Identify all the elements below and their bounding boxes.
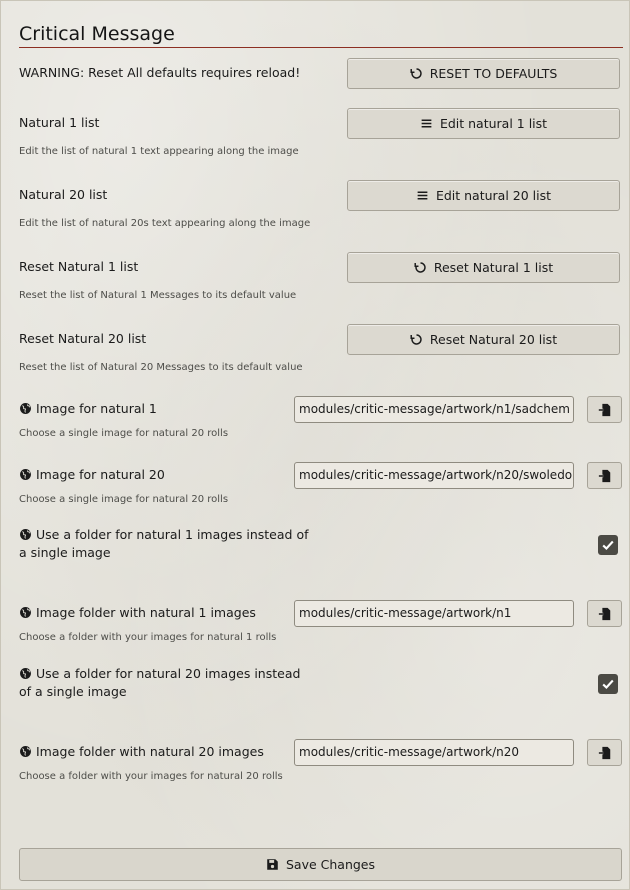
image-folder-natural-20-hint: Choose a folder with your images for nat… bbox=[19, 771, 283, 782]
image-natural-20-file-picker-button[interactable] bbox=[587, 462, 622, 489]
list-icon bbox=[421, 119, 432, 128]
save-changes-label: Save Changes bbox=[285, 857, 376, 872]
use-folder-natural-20-text-1: Use a folder for natural 20 images inste… bbox=[36, 666, 301, 681]
title-divider bbox=[19, 47, 623, 48]
image-folder-natural-1-label: Image folder with natural 1 images bbox=[19, 604, 256, 622]
file-import-icon bbox=[598, 607, 610, 620]
edit-natural-1-list-button[interactable]: Edit natural 1 list bbox=[347, 108, 620, 139]
save-changes-button[interactable]: Save Changes bbox=[19, 848, 622, 881]
reset-natural-1-list-button[interactable]: Reset Natural 1 list bbox=[347, 252, 620, 283]
image-folder-natural-20-file-picker-button[interactable] bbox=[587, 739, 622, 766]
checkmark-icon bbox=[602, 679, 614, 689]
file-import-icon bbox=[598, 469, 610, 482]
globe-icon bbox=[20, 607, 31, 618]
image-natural-20-hint: Choose a single image for natural 20 rol… bbox=[19, 494, 229, 505]
image-natural-1-hint: Choose a single image for natural 20 rol… bbox=[19, 428, 229, 439]
image-folder-natural-1-input[interactable]: modules/critic-message/artwork/n1 bbox=[294, 600, 574, 627]
undo-icon bbox=[410, 334, 422, 345]
reset-natural-1-hint: Reset the list of Natural 1 Messages to … bbox=[19, 290, 297, 301]
natural-20-list-hint: Edit the list of natural 20s text appear… bbox=[19, 218, 311, 229]
checkmark-icon bbox=[602, 540, 614, 550]
reset-natural-1-label: Reset Natural 1 list bbox=[19, 259, 139, 274]
edit-natural-1-list-label: Edit natural 1 list bbox=[439, 116, 548, 131]
use-folder-natural-1-text-1: Use a folder for natural 1 images instea… bbox=[36, 527, 309, 542]
image-natural-1-label: Image for natural 1 bbox=[19, 400, 157, 418]
use-folder-natural-1-label: Use a folder for natural 1 images instea… bbox=[19, 526, 309, 562]
image-natural-20-text: Image for natural 20 bbox=[36, 467, 165, 482]
globe-icon bbox=[20, 746, 31, 757]
globe-icon bbox=[20, 403, 31, 414]
undo-icon bbox=[414, 262, 426, 273]
file-import-icon bbox=[598, 403, 610, 416]
edit-natural-20-list-button[interactable]: Edit natural 20 list bbox=[347, 180, 620, 211]
image-natural-1-file-picker-button[interactable] bbox=[587, 396, 622, 423]
list-icon bbox=[417, 191, 428, 200]
image-folder-natural-1-text: Image folder with natural 1 images bbox=[36, 605, 256, 620]
image-folder-natural-20-text: Image folder with natural 20 images bbox=[36, 744, 264, 759]
image-folder-natural-20-input[interactable]: modules/critic-message/artwork/n20 bbox=[294, 739, 574, 766]
edit-natural-20-list-label: Edit natural 20 list bbox=[435, 188, 552, 203]
globe-icon bbox=[20, 529, 31, 540]
image-natural-20-label: Image for natural 20 bbox=[19, 466, 165, 484]
undo-icon bbox=[410, 68, 422, 79]
reset-natural-20-list-button[interactable]: Reset Natural 20 list bbox=[347, 324, 620, 355]
use-folder-natural-1-checkbox[interactable] bbox=[598, 535, 618, 555]
file-import-icon bbox=[598, 746, 610, 759]
natural-1-list-hint: Edit the list of natural 1 text appearin… bbox=[19, 146, 299, 157]
settings-panel: Critical Message WARNING: Reset All defa… bbox=[0, 0, 630, 890]
section-title: Critical Message bbox=[19, 23, 175, 45]
use-folder-natural-20-checkbox[interactable] bbox=[598, 674, 618, 694]
globe-icon bbox=[20, 668, 31, 679]
save-icon bbox=[267, 859, 278, 870]
reset-to-defaults-button[interactable]: RESET TO DEFAULTS bbox=[347, 58, 620, 89]
image-folder-natural-1-file-picker-button[interactable] bbox=[587, 600, 622, 627]
reset-to-defaults-label: RESET TO DEFAULTS bbox=[429, 66, 558, 81]
reset-natural-20-label: Reset Natural 20 list bbox=[19, 331, 147, 346]
reset-natural-20-list-text: Reset Natural 20 list bbox=[429, 332, 558, 347]
use-folder-natural-20-text-2: of a single image bbox=[19, 684, 127, 699]
reset-warning-label: WARNING: Reset All defaults requires rel… bbox=[19, 65, 301, 80]
globe-icon bbox=[20, 469, 31, 480]
use-folder-natural-1-text-2: a single image bbox=[19, 545, 111, 560]
reset-natural-1-list-text: Reset Natural 1 list bbox=[433, 260, 554, 275]
image-natural-20-input[interactable]: modules/critic-message/artwork/n20/swole… bbox=[294, 462, 574, 489]
natural-1-list-label: Natural 1 list bbox=[19, 115, 100, 130]
image-folder-natural-1-hint: Choose a folder with your images for nat… bbox=[19, 632, 277, 643]
image-natural-1-input[interactable]: modules/critic-message/artwork/n1/sadche… bbox=[294, 396, 574, 423]
image-folder-natural-20-label: Image folder with natural 20 images bbox=[19, 743, 264, 761]
natural-20-list-label: Natural 20 list bbox=[19, 187, 108, 202]
reset-natural-20-hint: Reset the list of Natural 20 Messages to… bbox=[19, 362, 303, 373]
use-folder-natural-20-label: Use a folder for natural 20 images inste… bbox=[19, 665, 300, 701]
image-natural-1-text: Image for natural 1 bbox=[36, 401, 157, 416]
